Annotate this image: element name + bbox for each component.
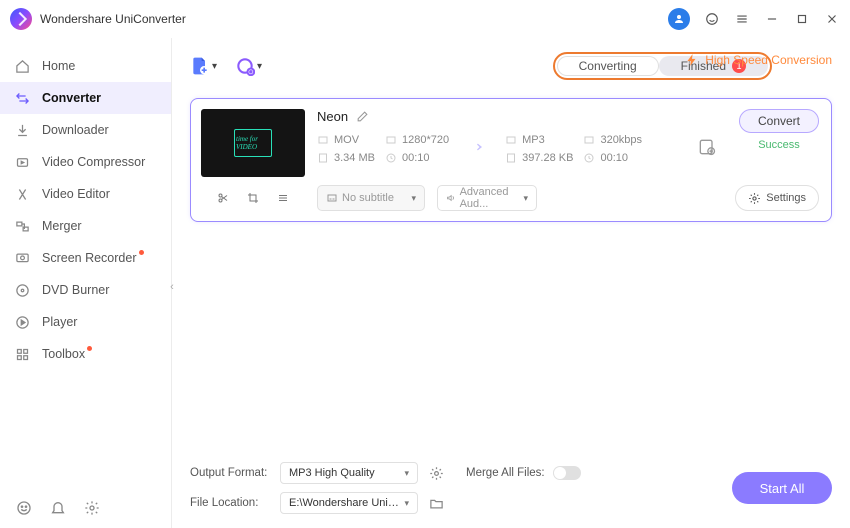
sidebar-item-label: Video Editor bbox=[42, 187, 110, 201]
sidebar-item-label: Converter bbox=[42, 91, 101, 105]
convert-button[interactable]: Convert bbox=[739, 109, 819, 133]
settings-label: Settings bbox=[766, 192, 806, 204]
output-format-select[interactable]: MP3 High Quality▾ bbox=[280, 462, 418, 484]
thumb-text: time for VIDEO bbox=[236, 135, 278, 151]
maximize-icon[interactable] bbox=[794, 11, 810, 27]
notifications-icon[interactable] bbox=[50, 500, 66, 516]
minimize-icon[interactable] bbox=[764, 11, 780, 27]
feedback-icon[interactable] bbox=[16, 500, 32, 516]
audio-dropdown[interactable]: Advanced Aud... ▾ bbox=[437, 185, 537, 211]
user-avatar[interactable] bbox=[668, 8, 690, 30]
file-name: Neon bbox=[317, 109, 348, 124]
start-all-button[interactable]: Start All bbox=[732, 472, 832, 504]
sidebar: Home Converter Downloader Video Compress… bbox=[0, 38, 172, 528]
app-title: Wondershare UniConverter bbox=[40, 12, 186, 26]
audio-label: Advanced Aud... bbox=[460, 186, 524, 210]
crop-icon[interactable] bbox=[247, 191, 259, 205]
src-format: MOV bbox=[334, 134, 359, 146]
sidebar-item-recorder[interactable]: Screen Recorder bbox=[0, 242, 171, 274]
edit-name-icon[interactable] bbox=[356, 110, 369, 123]
video-thumbnail[interactable]: time for VIDEO bbox=[201, 109, 305, 177]
sidebar-item-compressor[interactable]: Video Compressor bbox=[0, 146, 171, 178]
sidebar-item-label: Downloader bbox=[42, 123, 109, 137]
sidebar-item-toolbox[interactable]: Toolbox bbox=[0, 338, 171, 370]
sidebar-item-label: Video Compressor bbox=[42, 155, 145, 169]
sidebar-item-converter[interactable]: Converter bbox=[0, 82, 171, 114]
dst-bitrate: 320kbps bbox=[600, 134, 642, 146]
sidebar-item-label: Player bbox=[42, 315, 77, 329]
format-settings-icon[interactable] bbox=[428, 465, 444, 481]
effects-icon[interactable] bbox=[277, 191, 289, 205]
file-card: time for VIDEO Neon MOV 3.34 MB 1280*720 bbox=[190, 98, 832, 222]
merge-label: Merge All Files: bbox=[466, 467, 545, 479]
arrow-right-icon bbox=[467, 137, 487, 162]
file-location-label: File Location: bbox=[190, 497, 270, 509]
settings-icon[interactable] bbox=[84, 500, 100, 516]
sidebar-item-downloader[interactable]: Downloader bbox=[0, 114, 171, 146]
title-bar: Wondershare UniConverter bbox=[0, 0, 850, 38]
subtitle-dropdown[interactable]: No subtitle ▾ bbox=[317, 185, 425, 211]
sidebar-item-label: Screen Recorder bbox=[42, 251, 137, 265]
sidebar-item-home[interactable]: Home bbox=[0, 50, 171, 82]
add-file-button[interactable]: ▾ bbox=[190, 56, 217, 76]
file-location-value: E:\Wondershare UniConverter bbox=[289, 497, 404, 509]
menu-icon[interactable] bbox=[734, 11, 750, 27]
sidebar-item-label: DVD Burner bbox=[42, 283, 109, 297]
merge-toggle[interactable] bbox=[553, 466, 581, 480]
add-url-button[interactable]: ▾ bbox=[235, 56, 262, 76]
src-dur: 00:10 bbox=[402, 152, 430, 164]
high-speed-toggle[interactable]: High Speed Conversion bbox=[685, 53, 832, 67]
dst-dur: 00:10 bbox=[600, 152, 628, 164]
sidebar-item-label: Home bbox=[42, 59, 75, 73]
subtitle-label: No subtitle bbox=[342, 192, 394, 204]
dst-format: MP3 bbox=[522, 134, 545, 146]
chevron-down-icon: ▾ bbox=[411, 193, 416, 204]
dst-size: 397.28 KB bbox=[522, 152, 573, 164]
sidebar-item-editor[interactable]: Video Editor bbox=[0, 178, 171, 210]
sidebar-item-player[interactable]: Player bbox=[0, 306, 171, 338]
output-format-value: MP3 High Quality bbox=[289, 467, 375, 479]
high-speed-label: High Speed Conversion bbox=[705, 53, 832, 67]
support-icon[interactable] bbox=[704, 11, 720, 27]
trim-icon[interactable] bbox=[217, 191, 229, 205]
src-res: 1280*720 bbox=[402, 134, 449, 146]
output-format-label: Output Format: bbox=[190, 467, 270, 479]
open-folder-icon[interactable] bbox=[428, 495, 444, 511]
main-panel: ▾ ▾ Converting Finished1 High Speed Conv… bbox=[172, 38, 850, 528]
app-logo-icon bbox=[10, 8, 32, 30]
tab-converting[interactable]: Converting bbox=[557, 56, 659, 76]
chevron-down-icon: ▾ bbox=[212, 61, 217, 72]
src-size: 3.34 MB bbox=[334, 152, 375, 164]
sidebar-item-label: Toolbox bbox=[42, 347, 85, 361]
output-settings-icon[interactable] bbox=[697, 137, 717, 162]
sidebar-item-label: Merger bbox=[42, 219, 82, 233]
sidebar-item-merger[interactable]: Merger bbox=[0, 210, 171, 242]
status-label: Success bbox=[758, 139, 800, 151]
file-settings-button[interactable]: Settings bbox=[735, 185, 819, 211]
chevron-down-icon: ▾ bbox=[523, 193, 528, 204]
file-location-select[interactable]: E:\Wondershare UniConverter▾ bbox=[280, 492, 418, 514]
sidebar-item-dvd[interactable]: DVD Burner bbox=[0, 274, 171, 306]
tab-label: Converting bbox=[579, 59, 637, 73]
close-icon[interactable] bbox=[824, 11, 840, 27]
chevron-down-icon: ▾ bbox=[257, 61, 262, 72]
